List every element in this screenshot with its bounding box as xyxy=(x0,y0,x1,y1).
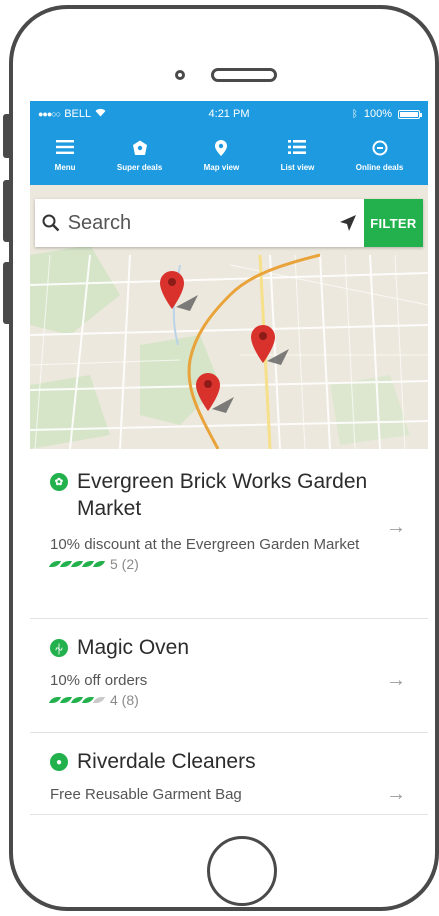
nav-menu-label: Menu xyxy=(54,163,76,172)
battery-percent: 100% xyxy=(363,108,392,120)
map-pin-icon xyxy=(215,140,228,158)
bluetooth-icon: ᛒ xyxy=(351,108,358,120)
battery-icon xyxy=(398,109,422,119)
restaurant-icon: ⏆ xyxy=(50,639,68,657)
deal-list: ✿ Evergreen Brick Works Garden Market 10… xyxy=(30,449,428,815)
listing-title: Magic Oven xyxy=(77,636,190,659)
listing-description: Free Reusable Garment Bag xyxy=(50,786,242,803)
rating-leaf-filled-icon xyxy=(92,561,106,567)
search-icon xyxy=(35,214,68,232)
list-item[interactable]: ⏆ Magic Oven 10% off orders 4 (8) → xyxy=(30,619,428,733)
arrow-right-icon: → xyxy=(386,783,406,805)
listing-title: Riverdale Cleaners xyxy=(77,750,256,773)
arrow-right-icon: → xyxy=(386,516,406,538)
rating-count: 5 (2) xyxy=(110,556,139,572)
map-view[interactable]: FILTER xyxy=(30,185,428,449)
map-pin-marker[interactable] xyxy=(196,373,236,422)
nav-super-deals[interactable]: Super deals xyxy=(117,140,162,172)
nav-online-deals-label: Online deals xyxy=(355,163,404,172)
signal-strength-icon: ●●●○○ xyxy=(38,109,61,119)
top-navigation: Menu Super deals Map view List view Onli… xyxy=(30,127,428,185)
nav-list-view-label: List view xyxy=(280,163,315,172)
listing-title: Evergreen Brick Works Garden Market xyxy=(77,470,368,520)
list-item[interactable]: ● Riverdale Cleaners Free Reusable Garme… xyxy=(30,733,428,815)
nav-online-deals[interactable]: Online deals xyxy=(355,140,404,172)
online-deal-icon xyxy=(372,140,388,158)
rating: 4 (8) xyxy=(48,692,372,708)
nav-map-view-label: Map view xyxy=(203,163,240,172)
search-bar: FILTER xyxy=(35,199,424,247)
list-icon xyxy=(288,140,307,158)
map-pin-marker[interactable] xyxy=(251,325,291,374)
rating-leaf-empty-icon xyxy=(92,697,106,703)
front-camera xyxy=(175,70,185,80)
list-item[interactable]: ✿ Evergreen Brick Works Garden Market 10… xyxy=(30,449,428,619)
listing-description: 10% discount at the Evergreen Garden Mar… xyxy=(50,536,360,553)
home-button[interactable] xyxy=(207,836,277,906)
status-bar: ●●●○○ BELL 4:21 PM ᛒ 100% xyxy=(30,101,428,127)
map-pin-marker[interactable] xyxy=(160,271,200,320)
rating-leaves xyxy=(48,561,106,567)
earpiece-speaker xyxy=(211,68,277,82)
nav-list-view[interactable]: List view xyxy=(280,140,315,172)
rating-leaves xyxy=(48,697,106,703)
carrier-name: BELL xyxy=(64,108,92,120)
menu-icon xyxy=(56,140,75,158)
nav-map-view[interactable]: Map view xyxy=(203,140,240,172)
current-location-icon[interactable] xyxy=(333,214,364,232)
filter-button[interactable]: FILTER xyxy=(363,199,424,247)
rating: 5 (2) xyxy=(48,556,372,572)
app-screen: ●●●○○ BELL 4:21 PM ᛒ 100% Menu Super dea… xyxy=(30,101,428,817)
rating-count: 4 (8) xyxy=(110,692,139,708)
wifi-icon xyxy=(95,108,106,120)
search-input[interactable] xyxy=(67,211,333,235)
deal-tag-icon xyxy=(132,140,148,158)
nav-super-deals-label: Super deals xyxy=(116,163,163,172)
leaf-badge-icon: ✿ xyxy=(50,473,68,491)
listing-description: 10% off orders xyxy=(50,672,148,689)
nav-menu[interactable]: Menu xyxy=(55,140,76,172)
cleaning-icon: ● xyxy=(50,753,68,771)
arrow-right-icon: → xyxy=(386,669,406,691)
